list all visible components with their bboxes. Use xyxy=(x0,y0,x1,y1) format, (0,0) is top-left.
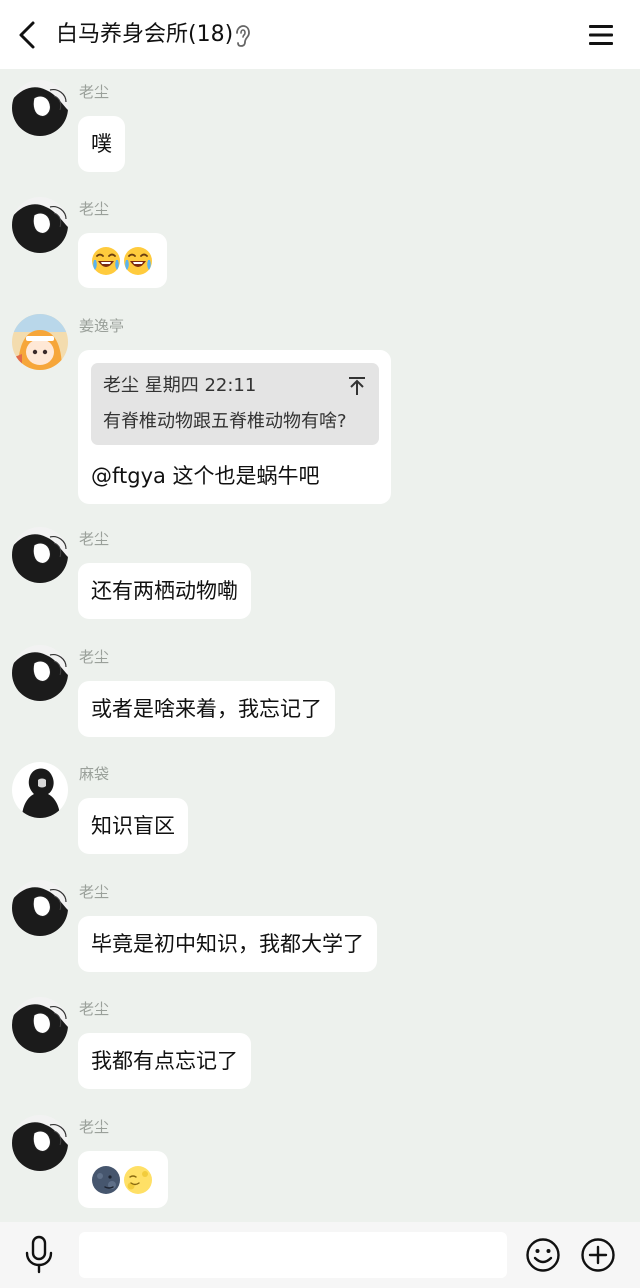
avatar[interactable] xyxy=(12,527,68,583)
sender-name: 老尘 xyxy=(79,200,110,218)
avatar[interactable] xyxy=(12,997,68,1053)
message-bubble[interactable] xyxy=(78,1151,168,1208)
sender-name: 老尘 xyxy=(79,648,110,666)
avatar[interactable] xyxy=(12,762,68,818)
hamburger-menu-icon[interactable] xyxy=(586,20,616,50)
avatar[interactable] xyxy=(12,314,68,370)
message-bubble[interactable]: 知识盲区 xyxy=(78,798,188,854)
sender-name: 老尘 xyxy=(79,883,110,901)
quoted-message-text: 有脊椎动物跟五脊椎动物有啥? xyxy=(103,411,347,432)
manga-avatar-image xyxy=(12,1115,68,1171)
manga-avatar-image xyxy=(12,645,68,701)
laugh-cry-emoji-icon xyxy=(92,247,120,275)
full-moon-face-emoji-icon xyxy=(124,1166,152,1194)
manga-avatar-image xyxy=(12,80,68,136)
message-bubble[interactable]: 我都有点忘记了 xyxy=(78,1033,251,1089)
plus-circle-icon[interactable] xyxy=(580,1237,616,1273)
manga-avatar-image xyxy=(12,527,68,583)
laugh-cry-emoji-icon xyxy=(124,247,152,275)
microphone-icon[interactable] xyxy=(22,1234,56,1274)
quoted-message[interactable]: 老尘 星期四 22:11 有脊椎动物跟五脊椎动物有啥? xyxy=(91,363,379,445)
chat-title: 白马养身会所(18) xyxy=(56,22,234,47)
manga-avatar-image xyxy=(12,197,68,253)
sender-name: 姜逸亭 xyxy=(79,317,125,335)
sender-name: 老尘 xyxy=(79,83,110,101)
quoted-message-meta: 老尘 星期四 22:11 xyxy=(103,375,257,396)
input-bar xyxy=(0,1222,640,1288)
message-bubble[interactable]: 老尘 星期四 22:11 有脊椎动物跟五脊椎动物有啥? @ftgya 这个也是蜗… xyxy=(78,350,391,504)
smiley-icon[interactable] xyxy=(525,1237,561,1273)
manga-avatar-image xyxy=(12,880,68,936)
message-input[interactable] xyxy=(79,1232,507,1278)
jump-to-message-icon[interactable] xyxy=(347,375,367,397)
message-bubble[interactable] xyxy=(78,233,167,288)
sender-name: 老尘 xyxy=(79,1000,110,1018)
back-chevron-icon[interactable] xyxy=(14,20,42,50)
avatar[interactable] xyxy=(12,1115,68,1171)
avatar[interactable] xyxy=(12,880,68,936)
avatar[interactable] xyxy=(12,80,68,136)
ear-icon xyxy=(236,25,250,47)
message-bubble[interactable]: 或者是啥来着，我忘记了 xyxy=(78,681,335,737)
sender-name: 老尘 xyxy=(79,1118,110,1136)
manga-avatar-image xyxy=(12,997,68,1053)
anime-girl-avatar-image xyxy=(12,314,68,370)
new-moon-face-emoji-icon xyxy=(92,1166,120,1194)
sender-name: 麻袋 xyxy=(79,765,110,783)
message-bubble[interactable]: 毕竟是初中知识，我都大学了 xyxy=(78,916,377,972)
message-bubble[interactable]: 噗 xyxy=(78,116,125,172)
avatar[interactable] xyxy=(12,197,68,253)
message-bubble[interactable]: 还有两栖动物嘞 xyxy=(78,563,251,619)
silhouette-avatar-image xyxy=(12,762,68,818)
sender-name: 老尘 xyxy=(79,530,110,548)
chat-header: 白马养身会所(18) xyxy=(0,0,640,69)
avatar[interactable] xyxy=(12,645,68,701)
message-text: @ftgya 这个也是蜗牛吧 xyxy=(91,464,320,488)
